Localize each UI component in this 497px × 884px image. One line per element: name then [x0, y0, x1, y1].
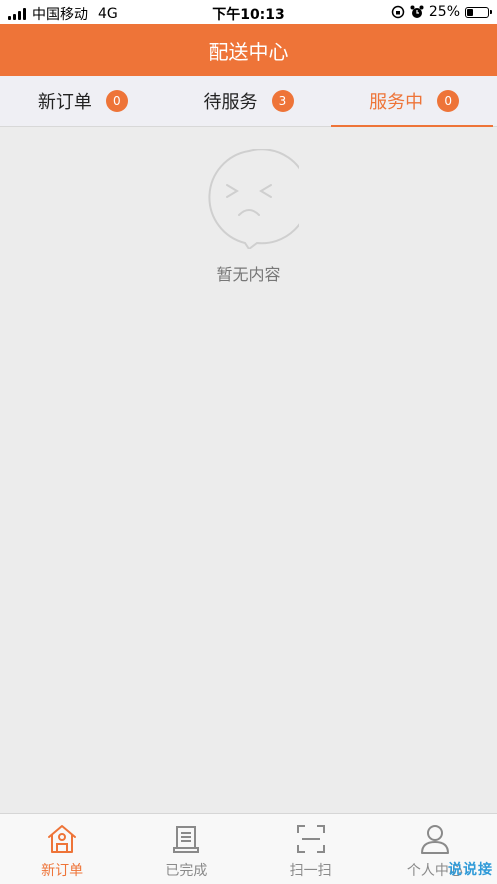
nav-completed[interactable]: 已完成: [124, 814, 248, 884]
page-title: 配送中心: [0, 24, 497, 76]
empty-state: 暂无内容: [0, 149, 497, 285]
document-icon: [173, 826, 200, 853]
content-area: 暂无内容: [0, 127, 497, 813]
status-bar: 中国移动 4G 下午10:13 25%: [0, 0, 497, 24]
count-badge: 0: [105, 90, 128, 112]
battery-percent: 25%: [428, 4, 460, 20]
nav-label: 已完成: [165, 863, 208, 879]
rotation-lock-icon: [391, 5, 405, 19]
alarm-icon: [410, 5, 424, 18]
home-icon: [48, 825, 77, 853]
watermark-logo: 说说接: [448, 862, 493, 878]
status-bar-right: 25%: [391, 4, 492, 20]
tab-label: 待服务: [203, 92, 258, 113]
tab-label: 新订单: [37, 92, 92, 113]
order-tabs: 新订单 0 待服务 3 服务中 0: [0, 76, 497, 127]
sad-face-icon: [207, 149, 299, 249]
nav-scan[interactable]: 扫一扫: [249, 814, 373, 884]
tab-new-orders[interactable]: 新订单 0: [0, 76, 166, 126]
user-icon: [420, 825, 449, 854]
empty-state-text: 暂无内容: [216, 265, 281, 284]
nav-new-orders[interactable]: 新订单: [0, 814, 124, 884]
scan-icon: [296, 825, 325, 853]
nav-label: 扫一扫: [289, 863, 332, 879]
count-badge: 0: [437, 90, 460, 112]
tab-pending-service[interactable]: 待服务 3: [166, 76, 332, 126]
battery-icon: [465, 6, 492, 18]
nav-label: 新订单: [41, 863, 84, 879]
count-badge: 3: [271, 90, 294, 112]
tab-label: 服务中: [369, 92, 424, 113]
bottom-navigation: 新订单 已完成 扫一扫 个人中心: [0, 813, 497, 884]
tab-in-service[interactable]: 服务中 0: [331, 76, 497, 127]
